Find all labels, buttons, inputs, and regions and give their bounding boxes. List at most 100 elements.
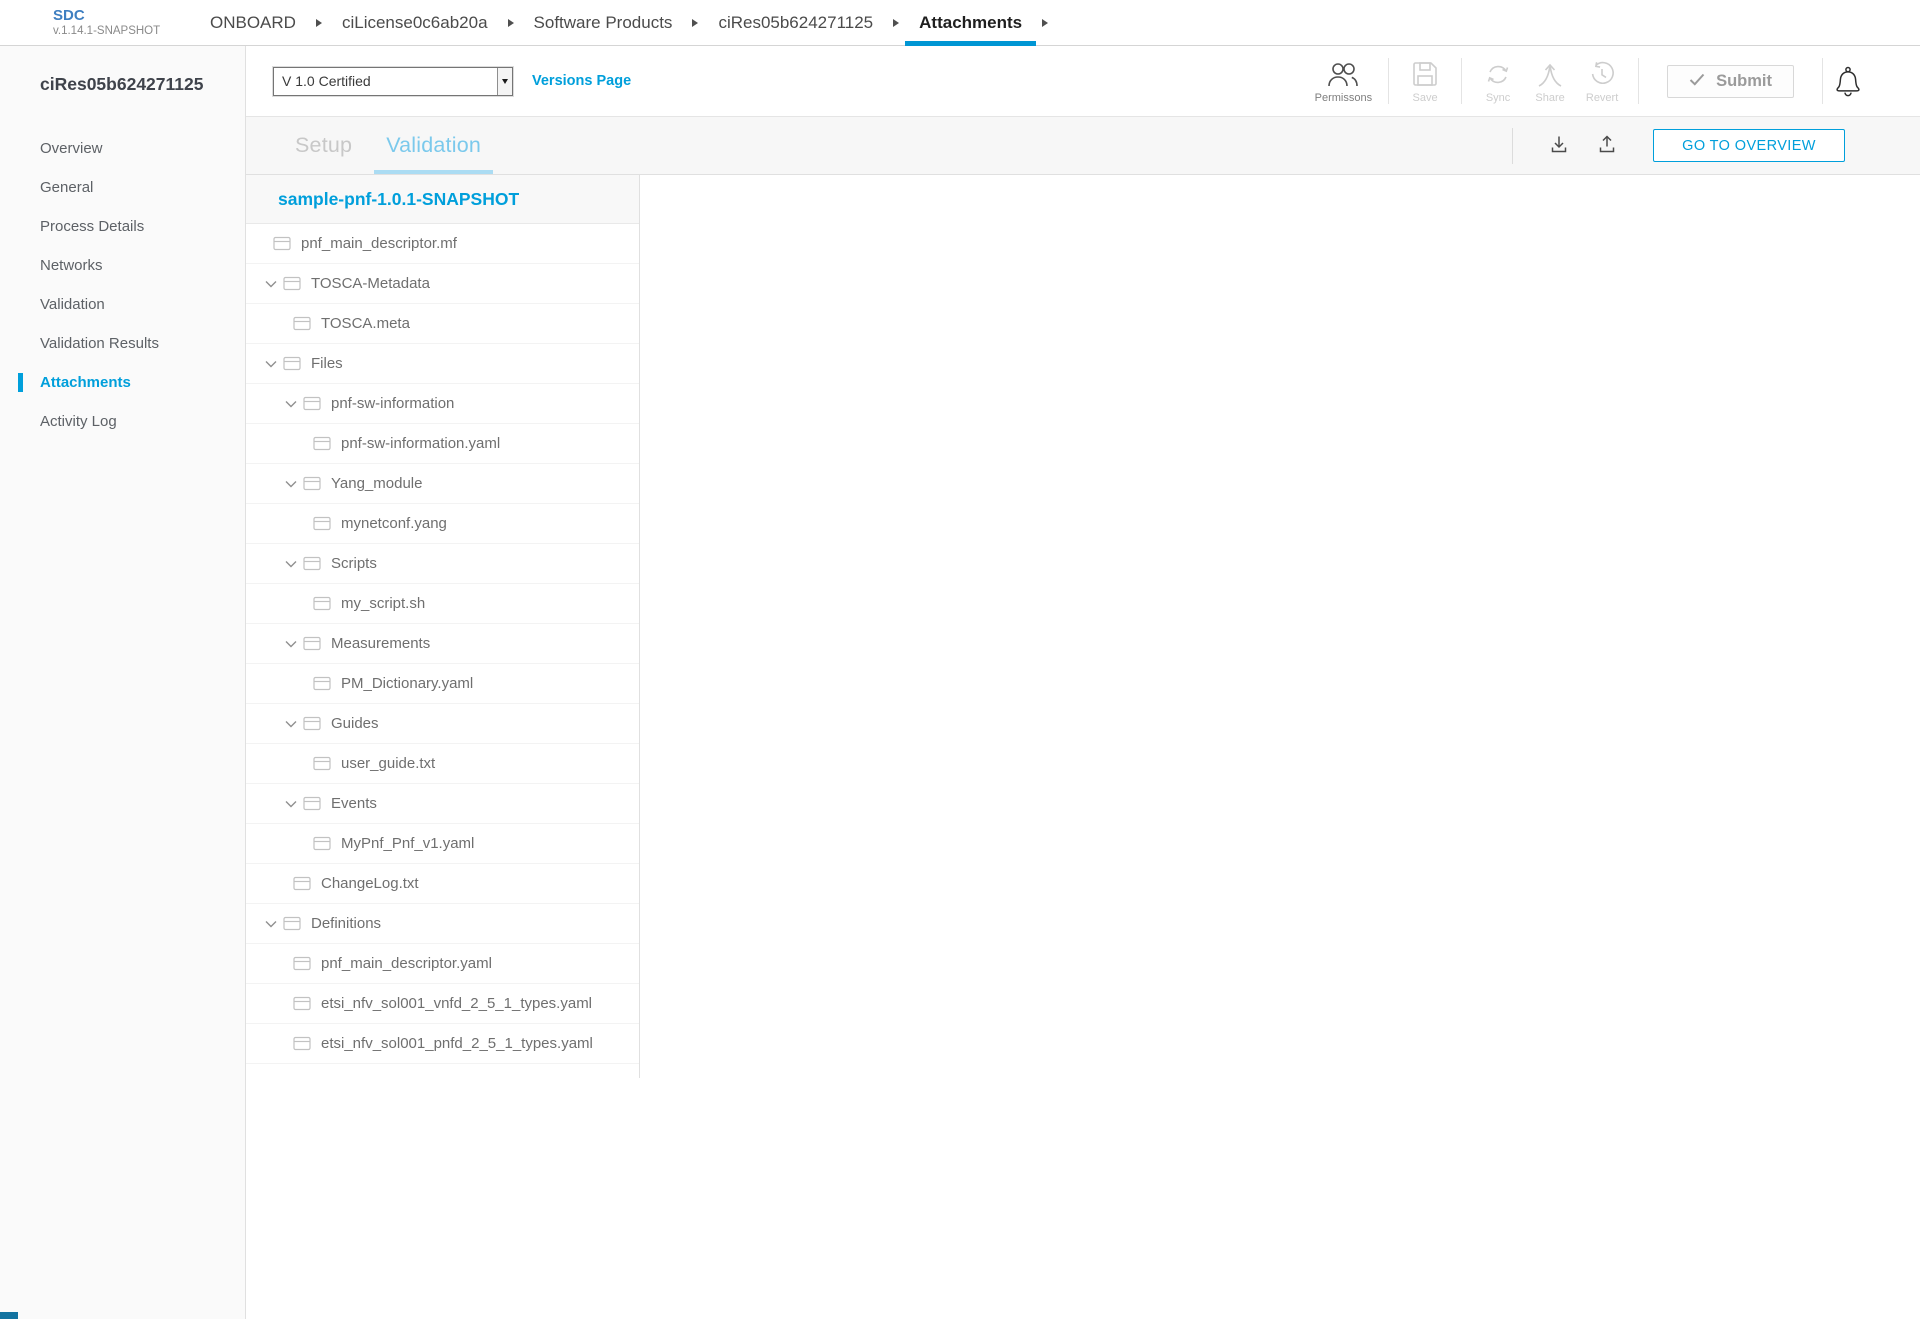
sidebar: ciRes05b624271125 OverviewGeneralProcess…: [0, 46, 246, 1319]
upload-button[interactable]: [1583, 129, 1631, 162]
tab-setup[interactable]: Setup: [283, 117, 364, 174]
tree-node-label: Guides: [331, 715, 379, 732]
sidebar-item-label: Activity Log: [40, 413, 117, 430]
breadcrumb-separator-icon: [316, 19, 322, 27]
revert-button[interactable]: Revert: [1576, 58, 1628, 104]
sidebar-nav: OverviewGeneralProcess DetailsNetworksVa…: [0, 129, 245, 441]
toolbar-action-label: Sync: [1486, 92, 1510, 104]
chevron-down-icon[interactable]: [285, 400, 297, 408]
tree-node-pnf-sw-information[interactable]: pnf-sw-information: [246, 384, 639, 424]
tree-node-measurements[interactable]: Measurements: [246, 624, 639, 664]
chevron-down-icon[interactable]: [265, 920, 277, 928]
tree-node-pm-dictionary-yaml[interactable]: PM_Dictionary.yaml: [246, 664, 639, 704]
folder-icon: [313, 516, 331, 531]
tree-node-mypnf-pnf-v1-yaml[interactable]: MyPnf_Pnf_v1.yaml: [246, 824, 639, 864]
sidebar-item-activity-log[interactable]: Activity Log: [0, 402, 245, 441]
chevron-down-icon[interactable]: [265, 280, 277, 288]
folder-icon: [283, 276, 301, 291]
sidebar-item-process-details[interactable]: Process Details: [0, 207, 245, 246]
sidebar-item-networks[interactable]: Networks: [0, 246, 245, 285]
app-logo[interactable]: SDC v.1.14.1-SNAPSHOT: [53, 0, 173, 45]
toolbar-action-label: Save: [1413, 92, 1438, 104]
app-window: SDC v.1.14.1-SNAPSHOT ONBOARD ciLicense0c…: [0, 0, 1920, 1319]
tree-node-label: pnf-sw-information: [331, 395, 454, 412]
tree-node-tosca-metadata[interactable]: TOSCA-Metadata: [246, 264, 639, 304]
tab-strip: SetupValidation GO TO OVERVIEW: [246, 117, 1920, 175]
tree-node-files[interactable]: Files: [246, 344, 639, 384]
tree-node-pnf-main-descriptor-mf[interactable]: pnf_main_descriptor.mf: [246, 224, 639, 264]
save-button[interactable]: Save: [1399, 58, 1451, 104]
toolbar-actions: Permissons Save Sync ShareRevert: [1309, 58, 1628, 104]
tree-node-label: Measurements: [331, 635, 430, 652]
chevron-down-icon[interactable]: [285, 800, 297, 808]
tree-node-label: etsi_nfv_sol001_vnfd_2_5_1_types.yaml: [321, 995, 592, 1012]
sidebar-item-overview[interactable]: Overview: [0, 129, 245, 168]
content-area: V 1.0 Certified Versions Page Permissons…: [246, 46, 1920, 1319]
chevron-down-icon[interactable]: [285, 480, 297, 488]
go-to-overview-button[interactable]: GO TO OVERVIEW: [1653, 129, 1845, 162]
tree-node-user-guide-txt[interactable]: user_guide.txt: [246, 744, 639, 784]
sidebar-item-general[interactable]: General: [0, 168, 245, 207]
permissons-button[interactable]: Permissons: [1309, 58, 1378, 104]
folder-icon: [303, 796, 321, 811]
sync-icon: [1483, 58, 1513, 88]
tree-node-events[interactable]: Events: [246, 784, 639, 824]
chevron-down-icon[interactable]: [285, 720, 297, 728]
notifications-bell-icon[interactable]: [1833, 65, 1863, 98]
download-button[interactable]: [1535, 129, 1583, 162]
breadcrumb: ONBOARD ciLicense0c6ab20a Software Product…: [196, 0, 1054, 45]
folder-icon: [293, 316, 311, 331]
tree-node-etsi-nfv-sol001-pnfd-2-5-1-types-yaml[interactable]: etsi_nfv_sol001_pnfd_2_5_1_types.yaml: [246, 1024, 639, 1064]
submit-button[interactable]: Submit: [1667, 65, 1794, 98]
chevron-down-icon[interactable]: [285, 640, 297, 648]
breadcrumb-separator-icon: [893, 19, 899, 27]
tree-node-label: MyPnf_Pnf_v1.yaml: [341, 835, 474, 852]
sync-button[interactable]: Sync: [1472, 58, 1524, 104]
tree-node-etsi-nfv-sol001-vnfd-2-5-1-types-yaml[interactable]: etsi_nfv_sol001_vnfd_2_5_1_types.yaml: [246, 984, 639, 1024]
folder-icon: [313, 676, 331, 691]
tabstrip-spacer: [493, 117, 1512, 174]
folder-icon: [283, 916, 301, 931]
sidebar-item-validation-results[interactable]: Validation Results: [0, 324, 245, 363]
chevron-down-icon[interactable]: [265, 360, 277, 368]
share-button[interactable]: Share: [1524, 58, 1576, 104]
breadcrumb-item-attachments[interactable]: Attachments: [905, 0, 1036, 45]
tree-node-guides[interactable]: Guides: [246, 704, 639, 744]
tree-node-scripts[interactable]: Scripts: [246, 544, 639, 584]
tree-node-pnf-main-descriptor-yaml[interactable]: pnf_main_descriptor.yaml: [246, 944, 639, 984]
sidebar-item-label: Validation Results: [40, 335, 159, 352]
tree-node-label: pnf_main_descriptor.mf: [301, 235, 457, 252]
tree-node-definitions[interactable]: Definitions: [246, 904, 639, 944]
tree-node-my-script-sh[interactable]: my_script.sh: [246, 584, 639, 624]
version-select[interactable]: V 1.0 Certified: [273, 67, 513, 96]
breadcrumb-separator-icon: [692, 19, 698, 27]
tree-node-mynetconf-yang[interactable]: mynetconf.yang: [246, 504, 639, 544]
breadcrumb-item-software-products[interactable]: Software Products: [520, 0, 687, 45]
folder-icon: [313, 836, 331, 851]
tree-node-label: TOSCA.meta: [321, 315, 410, 332]
tree-node-tosca-meta[interactable]: TOSCA.meta: [246, 304, 639, 344]
breadcrumb-item-onboard[interactable]: ONBOARD: [196, 0, 310, 45]
attachments-main: sample-pnf-1.0.1-SNAPSHOT pnf_main_descr…: [246, 175, 1920, 1319]
tree-node-label: pnf_main_descriptor.yaml: [321, 955, 492, 972]
tree-node-changelog-txt[interactable]: ChangeLog.txt: [246, 864, 639, 904]
breadcrumb-item-cires05b624271125[interactable]: ciRes05b624271125: [704, 0, 887, 45]
tabs: SetupValidation: [273, 117, 493, 174]
toolbar-divider: [1461, 58, 1462, 104]
tree-node-label: my_script.sh: [341, 595, 425, 612]
sidebar-item-attachments[interactable]: Attachments: [0, 363, 245, 402]
versions-page-link[interactable]: Versions Page: [532, 73, 631, 89]
breadcrumb-item-cilicense0c6ab20a[interactable]: ciLicense0c6ab20a: [328, 0, 502, 45]
file-tree: pnf_main_descriptor.mf TOSCA-Metadata TOSC…: [246, 224, 639, 1064]
tab-validation[interactable]: Validation: [374, 117, 493, 174]
breadcrumb-separator-icon: [508, 19, 514, 27]
toolbar-divider: [1388, 58, 1389, 104]
package-title: sample-pnf-1.0.1-SNAPSHOT: [246, 175, 639, 224]
tree-node-pnf-sw-information-yaml[interactable]: pnf-sw-information.yaml: [246, 424, 639, 464]
version-toolbar: V 1.0 Certified Versions Page Permissons…: [246, 46, 1920, 117]
folder-icon: [303, 396, 321, 411]
tree-node-label: user_guide.txt: [341, 755, 435, 772]
chevron-down-icon[interactable]: [285, 560, 297, 568]
sidebar-item-validation[interactable]: Validation: [0, 285, 245, 324]
tree-node-yang-module[interactable]: Yang_module: [246, 464, 639, 504]
